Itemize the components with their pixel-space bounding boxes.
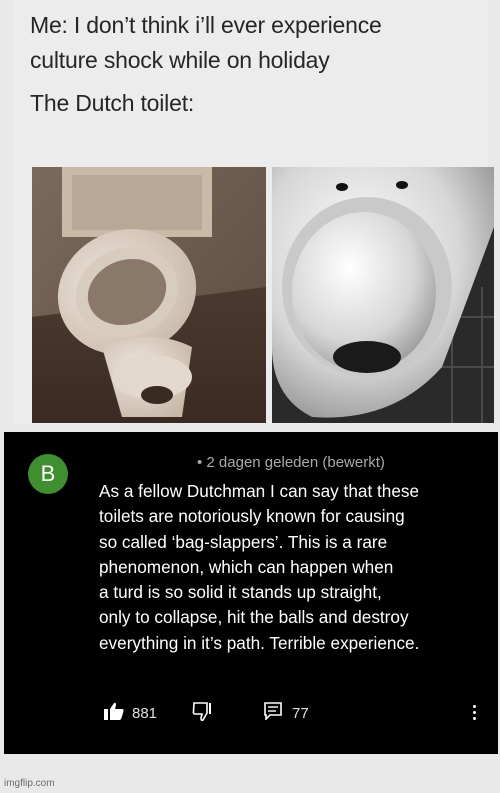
comment-line: toilets are notoriously known for causin… [99, 506, 405, 527]
reply-count: 77 [292, 704, 309, 722]
comment-meta: • 2 dagen geleden (bewerkt) [197, 454, 385, 471]
comment-line: a turd is so solid it stands up straight… [99, 582, 382, 603]
comment-line: only to collapse, hit the balls and dest… [99, 607, 409, 628]
avatar[interactable]: B [28, 454, 68, 494]
meme-image: Me: I don’t think i’ll ever experience c… [0, 0, 500, 793]
reply-button[interactable]: 77 [264, 702, 309, 724]
caption-line: The Dutch toilet: [30, 90, 195, 116]
like-button[interactable]: 881 [104, 702, 157, 724]
reply-icon [264, 702, 282, 724]
thumbs-down-icon [192, 702, 214, 726]
more-vertical-icon [466, 705, 482, 720]
watermark: imgflip.com [4, 778, 55, 789]
comment-line: everything in it’s path. Terrible experi… [99, 632, 420, 653]
more-options-button[interactable] [466, 702, 482, 724]
thumbs-up-icon [104, 702, 124, 724]
comment-line: so called ‘bag-slappers’. This is a rare [99, 531, 388, 552]
caption-line: Me: I don’t think i’ll ever experience [30, 12, 382, 38]
comment-line: phenomenon, which can happen when [99, 556, 394, 577]
comment-line: As a fellow Dutchman I can say that thes… [99, 481, 420, 501]
caption-line: culture shock while on holiday [30, 47, 330, 73]
dislike-button[interactable] [192, 702, 214, 726]
meme-panel: Me: I don’t think i’ll ever experience c… [14, 0, 494, 424]
meme-caption: Me: I don’t think i’ll ever experience c… [30, 8, 480, 121]
like-count: 881 [132, 704, 158, 722]
comment-text: As a fellow Dutchman I can say that thes… [99, 479, 494, 656]
comment-card: B • 2 dagen geleden (bewerkt) As a fello… [4, 432, 498, 754]
toilet-photo-right [272, 167, 494, 423]
toilet-photo-left [32, 167, 266, 423]
